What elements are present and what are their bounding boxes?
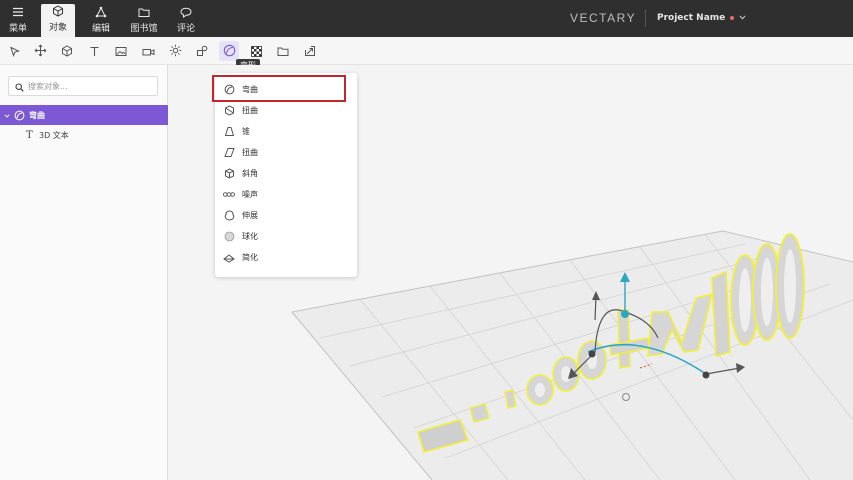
stretch-icon [223, 210, 235, 222]
primitives-tool[interactable] [57, 41, 77, 61]
menu-item-twist[interactable]: 扭曲 [215, 100, 357, 121]
deformer-menu: 弯曲 扭曲 锥 扭曲 斜角 噪声 伸展 球化 简化 [215, 73, 357, 277]
skew-icon [223, 147, 235, 159]
light-sun-icon [169, 42, 182, 61]
project-name: Project Name [657, 13, 726, 23]
project-name-dropdown[interactable]: Project Name [657, 13, 746, 23]
object-search-input[interactable] [28, 81, 148, 91]
light-tool[interactable] [165, 41, 185, 61]
shapes-icon [196, 42, 208, 61]
image-tool[interactable] [111, 41, 131, 61]
highlight-box [212, 75, 346, 102]
menu-item-taper[interactable]: 锥 [215, 121, 357, 142]
cube-icon [52, 4, 64, 18]
bevel-icon [223, 168, 235, 180]
move-tool[interactable] [30, 41, 50, 61]
brand-logo: VECTARY [570, 11, 637, 25]
tree-item-3d-text[interactable]: T 3D 文本 [0, 125, 168, 145]
nav-edit-label: 编辑 [91, 24, 110, 34]
nav-library-button[interactable]: 图书馆 [127, 5, 161, 37]
nav-menu-label: 菜单 [8, 24, 27, 34]
text-object-icon: T [26, 129, 33, 141]
scene-tree-panel: 弯曲 T 3D 文本 [0, 65, 168, 480]
taper-icon [223, 126, 235, 138]
menu-item-label: 简化 [242, 253, 258, 262]
noise-icon [223, 189, 235, 201]
nav-library-label: 图书馆 [130, 24, 158, 34]
folder-icon [138, 5, 150, 19]
checker-pattern-icon [250, 42, 262, 61]
menu-item-label: 噪声 [242, 190, 258, 199]
export-icon [304, 42, 316, 61]
top-bar: 菜单 对象 编辑 图书馆 评论 VECTARY Project Name [0, 0, 853, 37]
camera-tool[interactable] [138, 41, 158, 61]
topbar-divider [645, 10, 646, 27]
object-search-box[interactable] [8, 76, 158, 96]
menu-item-skew[interactable]: 扭曲 [215, 142, 357, 163]
nav-edit-button[interactable]: 编辑 [86, 5, 116, 37]
menu-item-spherify[interactable]: 球化 [215, 226, 357, 247]
menu-item-bevel[interactable]: 斜角 [215, 163, 357, 184]
tree-item-label: 3D 文本 [39, 130, 69, 140]
search-icon [15, 77, 24, 96]
tree-item-bend[interactable]: 弯曲 [0, 105, 168, 125]
menu-item-label: 球化 [242, 232, 258, 241]
camera-icon [142, 42, 155, 61]
menu-item-label: 扭曲 [242, 148, 258, 157]
nav-comment-button[interactable]: 评论 [171, 5, 201, 37]
menu-item-label: 锥 [242, 127, 250, 136]
object-toolbar [0, 37, 853, 65]
nav-comment-label: 评论 [176, 24, 195, 34]
move-gizmo-icon [34, 42, 47, 61]
twist-icon [223, 105, 235, 117]
nav-menu-button[interactable]: 菜单 [4, 5, 32, 37]
menu-item-label: 斜角 [242, 169, 258, 178]
text-tool-icon [89, 42, 100, 61]
chevron-down-icon [739, 13, 746, 23]
text-tool[interactable] [84, 41, 104, 61]
folder-icon [277, 42, 289, 61]
menu-item-label: 扭曲 [242, 106, 258, 115]
material-tool[interactable] [246, 41, 266, 61]
menu-item-noise[interactable]: 噪声 [215, 184, 357, 205]
deformer-tool[interactable] [219, 41, 239, 61]
chevron-down-icon[interactable] [4, 111, 12, 120]
vertex-edit-icon [95, 5, 107, 19]
cube-icon [61, 42, 73, 61]
menu-item-simplify[interactable]: 简化 [215, 247, 357, 268]
menu-item-label: 伸展 [242, 211, 258, 220]
image-icon [115, 42, 127, 61]
select-arrow-icon [9, 42, 20, 61]
menu-item-stretch[interactable]: 伸展 [215, 205, 357, 226]
deformer-icon [223, 42, 236, 61]
bend-icon [14, 110, 26, 121]
nav-object-label: 对象 [48, 23, 67, 33]
select-tool[interactable] [4, 41, 24, 61]
speech-bubble-icon [180, 5, 192, 19]
shapes-tool[interactable] [192, 41, 212, 61]
nav-object-button[interactable]: 对象 [41, 4, 75, 37]
tree-item-label: 弯曲 [29, 110, 45, 120]
hamburger-icon [12, 5, 24, 19]
spherify-icon [223, 231, 235, 243]
unsaved-status-dot [730, 16, 735, 20]
group-tool[interactable] [273, 41, 293, 61]
simplify-icon [223, 252, 235, 264]
export-tool[interactable] [300, 41, 320, 61]
